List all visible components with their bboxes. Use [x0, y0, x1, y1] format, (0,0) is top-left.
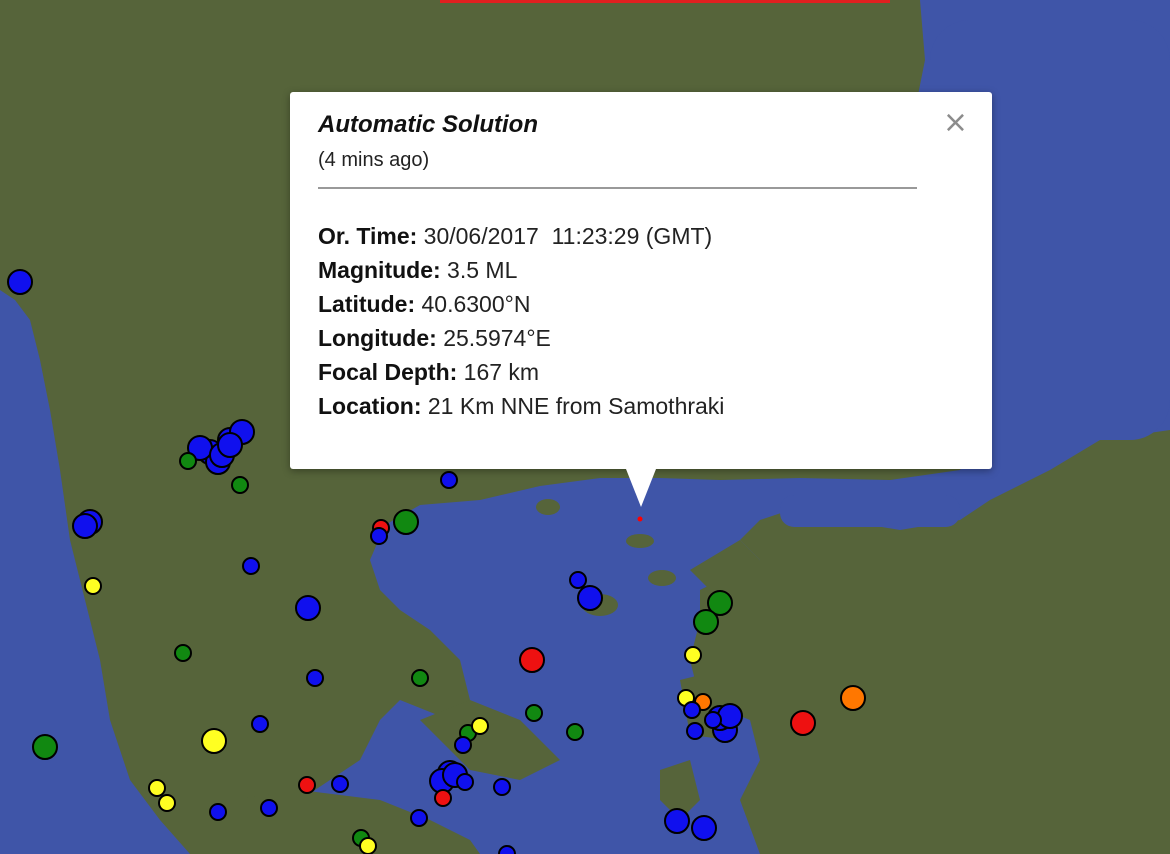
earthquake-marker-green[interactable]	[231, 476, 249, 494]
earthquake-marker-green[interactable]	[393, 509, 419, 535]
thasos-island	[536, 499, 560, 515]
detail-label: Focal Depth:	[318, 359, 458, 385]
earthquake-marker-blue[interactable]	[440, 471, 458, 489]
earthquake-marker-blue[interactable]	[306, 669, 324, 687]
detail-location: Location: 21 Km NNE from Samothraki	[318, 392, 724, 426]
earthquake-marker-red[interactable]	[519, 647, 545, 673]
detail-value: 167 km	[463, 359, 540, 385]
earthquake-marker-red[interactable]	[790, 710, 816, 736]
earthquake-marker-blue[interactable]	[331, 775, 349, 793]
earthquake-marker-blue[interactable]	[683, 701, 701, 719]
earthquake-marker-green[interactable]	[411, 669, 429, 687]
earthquake-marker-blue[interactable]	[498, 845, 516, 854]
detail-label: Longitude:	[318, 325, 437, 351]
detail-focal-depth: Focal Depth: 167 km	[318, 358, 724, 392]
earthquake-marker-blue[interactable]	[370, 527, 388, 545]
earthquake-marker-green[interactable]	[179, 452, 197, 470]
detail-label: Magnitude:	[318, 257, 441, 283]
earthquake-marker-yellow[interactable]	[148, 779, 166, 797]
earthquake-marker-blue[interactable]	[577, 585, 603, 611]
earthquake-marker-green[interactable]	[693, 609, 719, 635]
earthquake-marker-yellow[interactable]	[201, 728, 227, 754]
earthquake-marker-blue[interactable]	[691, 815, 717, 841]
detail-longitude: Longitude: 25.5974°E	[318, 324, 724, 358]
detail-value: 40.6300°N	[421, 291, 531, 317]
detail-label: Or. Time:	[318, 223, 418, 249]
detail-label: Latitude:	[318, 291, 416, 317]
earthquake-marker-green[interactable]	[525, 704, 543, 722]
popup-divider	[318, 187, 917, 189]
detail-label: Location:	[318, 393, 422, 419]
earthquake-marker-blue[interactable]	[569, 571, 587, 589]
earthquake-marker-blue[interactable]	[217, 432, 243, 458]
earthquake-marker-yellow[interactable]	[158, 794, 176, 812]
detail-value: 21 Km NNE from Samothraki	[427, 393, 725, 419]
event-details: Or. Time: 30/06/2017 11:23:29 (GMT) Magn…	[318, 222, 724, 426]
popup-title: Automatic Solution	[318, 111, 538, 138]
earthquake-marker-green[interactable]	[174, 644, 192, 662]
earthquake-marker-blue[interactable]	[251, 715, 269, 733]
earthquake-marker-blue[interactable]	[454, 736, 472, 754]
earthquake-marker-yellow[interactable]	[471, 717, 489, 735]
earthquake-marker-blue[interactable]	[260, 799, 278, 817]
earthquake-marker-blue[interactable]	[456, 773, 474, 791]
earthquake-marker-blue[interactable]	[242, 557, 260, 575]
detail-origin-time: Or. Time: 30/06/2017 11:23:29 (GMT)	[318, 222, 724, 256]
detail-latitude: Latitude: 40.6300°N	[318, 290, 724, 324]
earthquake-marker-blue[interactable]	[7, 269, 33, 295]
popup-time-ago: (4 mins ago)	[318, 149, 430, 171]
earthquake-marker-blue[interactable]	[686, 722, 704, 740]
earthquake-marker-blue[interactable]	[664, 808, 690, 834]
header-accent-bar	[440, 0, 890, 3]
earthquake-marker-yellow[interactable]	[684, 646, 702, 664]
detail-value: 25.5974°E	[443, 325, 551, 351]
earthquake-marker-blue[interactable]	[410, 809, 428, 827]
samothraki-island	[626, 534, 654, 548]
epicenter-marker[interactable]	[637, 516, 643, 522]
earthquake-marker-yellow[interactable]	[359, 837, 377, 854]
marmara-sea-area	[780, 495, 960, 527]
earthquake-marker-blue[interactable]	[493, 778, 511, 796]
earthquake-marker-blue[interactable]	[717, 703, 743, 729]
earthquake-marker-yellow[interactable]	[84, 577, 102, 595]
detail-value: 30/06/2017 11:23:29 (GMT)	[423, 223, 713, 249]
earthquake-marker-red[interactable]	[298, 776, 316, 794]
popup-pointer	[626, 469, 656, 507]
detail-value: 3.5 ML	[447, 257, 518, 283]
earthquake-marker-green[interactable]	[32, 734, 58, 760]
info-popup: × Automatic Solution (4 mins ago) Or. Ti…	[290, 92, 992, 469]
earthquake-marker-blue[interactable]	[295, 595, 321, 621]
close-icon[interactable]: ×	[943, 108, 968, 138]
earthquake-marker-blue[interactable]	[704, 711, 722, 729]
earthquake-marker-blue[interactable]	[72, 513, 98, 539]
earthquake-marker-red[interactable]	[434, 789, 452, 807]
detail-magnitude: Magnitude: 3.5 ML	[318, 256, 724, 290]
earthquake-marker-orange[interactable]	[840, 685, 866, 711]
earthquake-marker-green[interactable]	[566, 723, 584, 741]
imbros-island	[648, 570, 676, 586]
earthquake-marker-blue[interactable]	[209, 803, 227, 821]
